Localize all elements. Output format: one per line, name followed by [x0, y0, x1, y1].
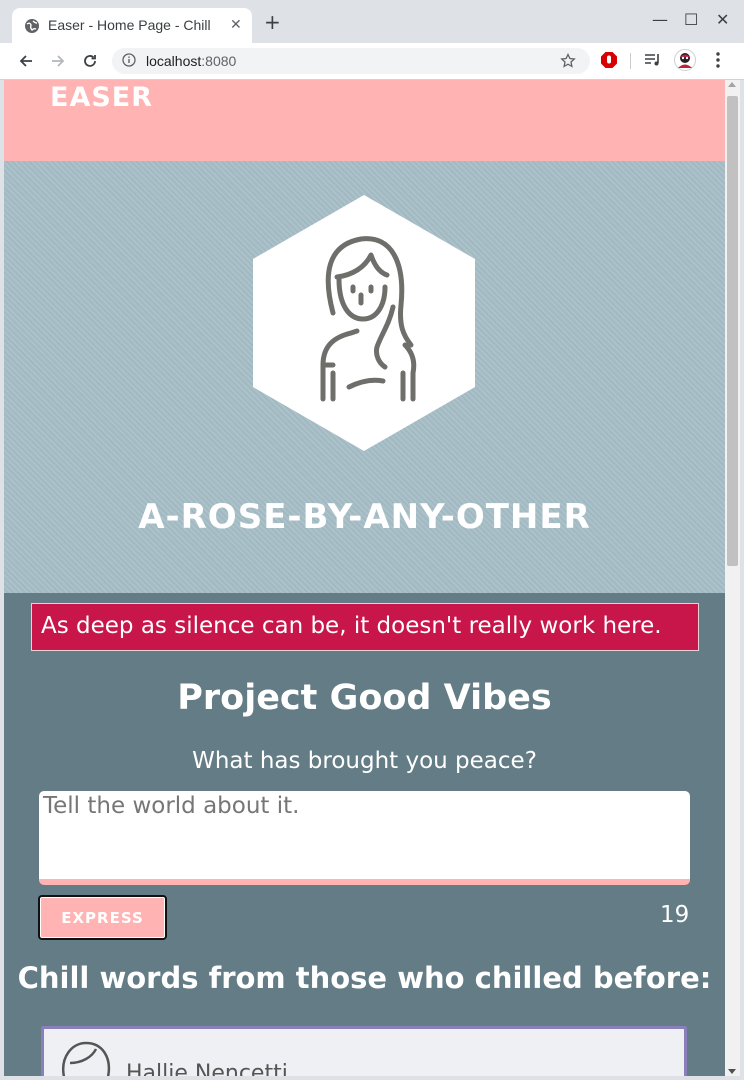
forward-button[interactable] [47, 50, 69, 72]
arrow-right-icon [52, 55, 65, 67]
alert-banner: As deep as silence can be, it doesn't re… [31, 603, 699, 651]
vertical-scrollbar[interactable] [725, 80, 740, 1076]
close-window-button[interactable]: ✕ [716, 10, 729, 29]
express-button[interactable]: EXPRESS [38, 895, 167, 940]
tab-close-icon[interactable]: ✕ [230, 17, 242, 33]
maximize-button[interactable]: ☐ [684, 10, 698, 29]
scroll-down-arrow-icon[interactable] [728, 1069, 736, 1074]
character-counter: 19 [660, 902, 690, 928]
site-header: EASER [4, 80, 725, 161]
window-border-bottom [0, 1076, 744, 1080]
reload-icon [84, 55, 96, 67]
page-viewport: EASER A-ROSE-BY-ANY-OTHER As deep as sil… [4, 80, 725, 1076]
scrollbar-thumb[interactable] [727, 96, 738, 566]
tab-strip: Easer - Home Page - Chill ✕ + — ☐ ✕ [0, 0, 744, 43]
browser-toolbar: localhost:8080 [0, 43, 744, 80]
scroll-up-arrow-icon[interactable] [728, 82, 736, 87]
media-playlist-icon[interactable] [644, 51, 662, 69]
window-border-right [740, 80, 744, 1080]
url-text: localhost:8080 [146, 53, 237, 69]
minimize-button[interactable]: — [652, 10, 668, 29]
info-icon[interactable] [122, 53, 136, 67]
globe-icon [25, 19, 39, 33]
profile-username: A-ROSE-BY-ANY-OTHER [138, 497, 591, 537]
new-tab-button[interactable]: + [264, 12, 281, 32]
tab-title: Easer - Home Page - Chill [48, 17, 211, 33]
back-button[interactable] [15, 50, 37, 72]
section-title: Project Good Vibes [177, 678, 552, 718]
site-logo[interactable]: EASER [50, 82, 153, 113]
feed-card: Hallie Nencetti [41, 1026, 687, 1076]
browser-tab[interactable]: Easer - Home Page - Chill ✕ [12, 8, 252, 43]
entry-textarea[interactable] [39, 791, 690, 885]
address-bar[interactable]: localhost:8080 [112, 48, 590, 74]
profile-hero: A-ROSE-BY-ANY-OTHER [4, 161, 725, 593]
kebab-menu-icon[interactable] [710, 51, 726, 69]
entry-prompt: What has brought you peace? [192, 748, 537, 774]
user-avatar [253, 195, 475, 451]
toolbar-divider [630, 53, 631, 69]
feed-title: Chill words from those who chilled befor… [17, 961, 712, 995]
reload-button[interactable] [79, 50, 101, 72]
profile-avatar-icon[interactable] [674, 49, 696, 71]
arrow-left-icon [19, 55, 32, 67]
adblock-extension-icon[interactable] [600, 51, 618, 69]
browser-chrome: Easer - Home Page - Chill ✕ + — ☐ ✕ loca… [0, 0, 744, 80]
bookmark-star-icon[interactable] [560, 53, 576, 69]
user-avatar-icon [61, 1041, 111, 1076]
feed-author-name: Hallie Nencetti [126, 1061, 288, 1076]
